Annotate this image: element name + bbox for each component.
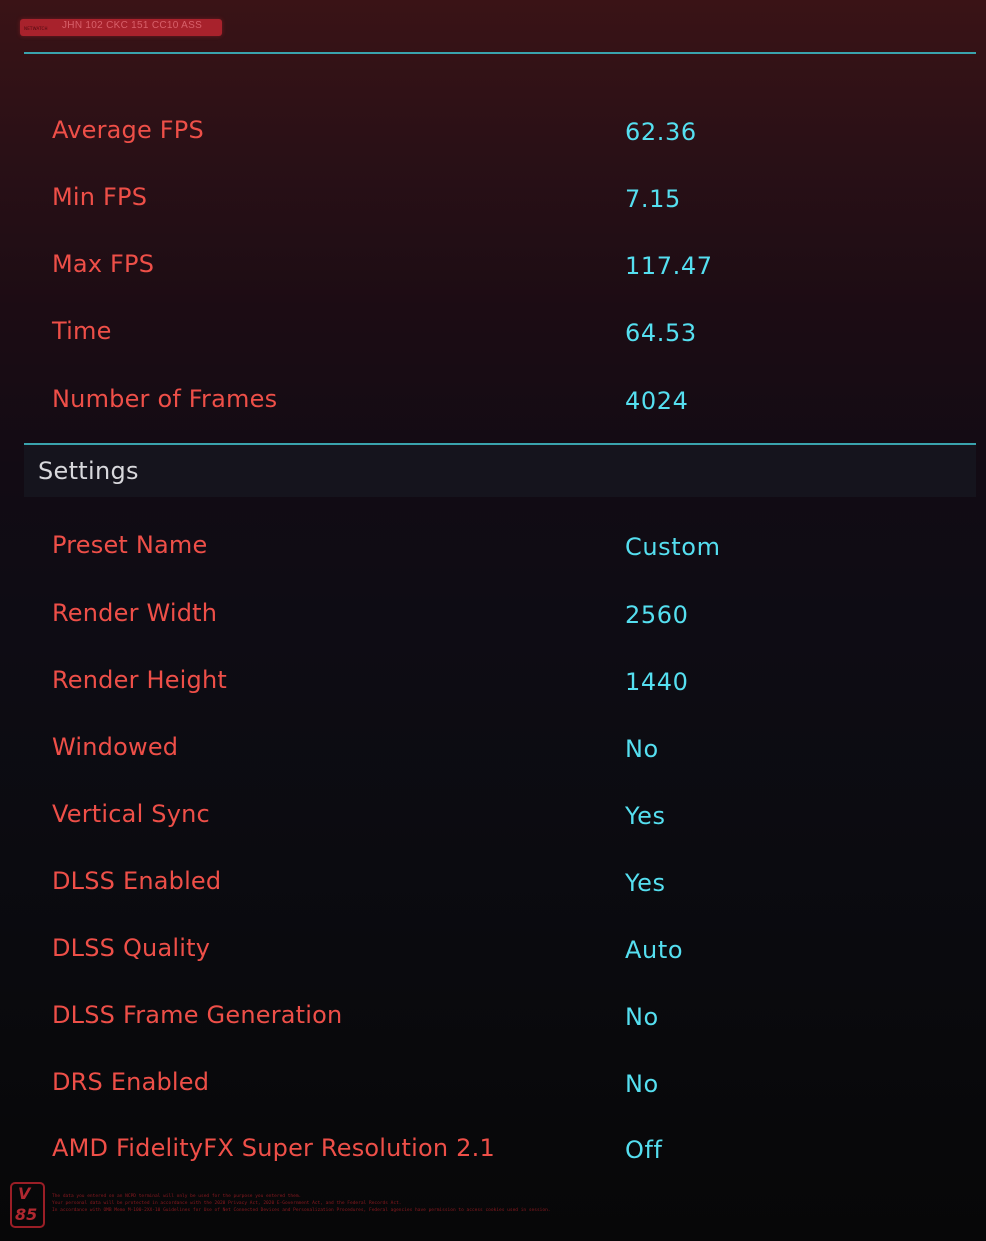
setting-value: Custom bbox=[625, 533, 721, 561]
setting-value: No bbox=[625, 1003, 659, 1031]
setting-row-vertical-sync: Vertical Sync Yes bbox=[0, 794, 986, 834]
result-value: 7.15 bbox=[625, 185, 681, 213]
header-tag-code: JHN 102 CKC 151 CC10 ASS bbox=[62, 20, 203, 31]
setting-value: 2560 bbox=[625, 601, 689, 629]
setting-value: Off bbox=[625, 1136, 663, 1164]
result-label: Max FPS bbox=[52, 250, 155, 278]
setting-row-render-width: Render Width 2560 bbox=[0, 593, 986, 633]
result-row-number-of-frames: Number of Frames 4024 bbox=[0, 379, 986, 419]
setting-value: Auto bbox=[625, 936, 684, 964]
setting-label: Render Width bbox=[52, 599, 218, 627]
setting-label: AMD FidelityFX Super Resolution 2.1 bbox=[52, 1134, 495, 1162]
result-row-average-fps: Average FPS 62.36 bbox=[0, 110, 986, 150]
result-label: Number of Frames bbox=[52, 385, 278, 413]
version-badge: V 85 bbox=[10, 1182, 45, 1228]
result-label: Min FPS bbox=[52, 183, 148, 211]
setting-row-windowed: Windowed No bbox=[0, 727, 986, 767]
setting-row-render-height: Render Height 1440 bbox=[0, 660, 986, 700]
setting-label: Windowed bbox=[52, 733, 179, 761]
result-value: 62.36 bbox=[625, 118, 697, 146]
result-value: 117.47 bbox=[625, 252, 713, 280]
result-value: 64.53 bbox=[625, 319, 697, 347]
result-row-max-fps: Max FPS 117.47 bbox=[0, 244, 986, 284]
setting-row-dlss-enabled: DLSS Enabled Yes bbox=[0, 861, 986, 901]
setting-label: DLSS Enabled bbox=[52, 867, 222, 895]
settings-section-header: Settings bbox=[24, 445, 976, 497]
setting-value: 1440 bbox=[625, 668, 689, 696]
legal-line: In accordance with OMB Memo M-100-2XX-10… bbox=[52, 1208, 551, 1213]
result-row-min-fps: Min FPS 7.15 bbox=[0, 177, 986, 217]
legal-line: The data you entered on an NCPD terminal… bbox=[52, 1194, 302, 1199]
legal-disclaimer: The data you entered on an NCPD terminal… bbox=[52, 1193, 772, 1214]
result-label: Time bbox=[52, 317, 112, 345]
header-tag: NETWATCH JHN 102 CKC 151 CC10 ASS bbox=[20, 19, 222, 36]
setting-value: No bbox=[625, 1070, 659, 1098]
setting-row-preset-name: Preset Name Custom bbox=[0, 525, 986, 565]
setting-row-dlss-quality: DLSS Quality Auto bbox=[0, 928, 986, 968]
setting-label: DLSS Quality bbox=[52, 934, 211, 962]
result-row-time: Time 64.53 bbox=[0, 311, 986, 351]
setting-label: Render Height bbox=[52, 666, 228, 694]
version-badge-letter: V bbox=[18, 1184, 31, 1203]
result-label: Average FPS bbox=[52, 116, 204, 144]
version-badge-number: 85 bbox=[15, 1205, 38, 1224]
legal-line: Your personal data will be protected in … bbox=[52, 1201, 402, 1206]
setting-row-amd-fsr: AMD FidelityFX Super Resolution 2.1 Off bbox=[0, 1128, 986, 1168]
setting-label: DLSS Frame Generation bbox=[52, 1001, 343, 1029]
setting-row-dlss-frame-generation: DLSS Frame Generation No bbox=[0, 995, 986, 1035]
setting-label: Preset Name bbox=[52, 531, 208, 559]
result-value: 4024 bbox=[625, 387, 689, 415]
setting-value: No bbox=[625, 735, 659, 763]
settings-title: Settings bbox=[38, 457, 139, 485]
setting-label: Vertical Sync bbox=[52, 800, 210, 828]
setting-label: DRS Enabled bbox=[52, 1068, 210, 1096]
setting-value: Yes bbox=[625, 802, 666, 830]
setting-row-drs-enabled: DRS Enabled No bbox=[0, 1062, 986, 1102]
header-tag-brand: NETWATCH bbox=[24, 26, 48, 31]
top-divider bbox=[24, 52, 976, 54]
setting-value: Yes bbox=[625, 869, 666, 897]
